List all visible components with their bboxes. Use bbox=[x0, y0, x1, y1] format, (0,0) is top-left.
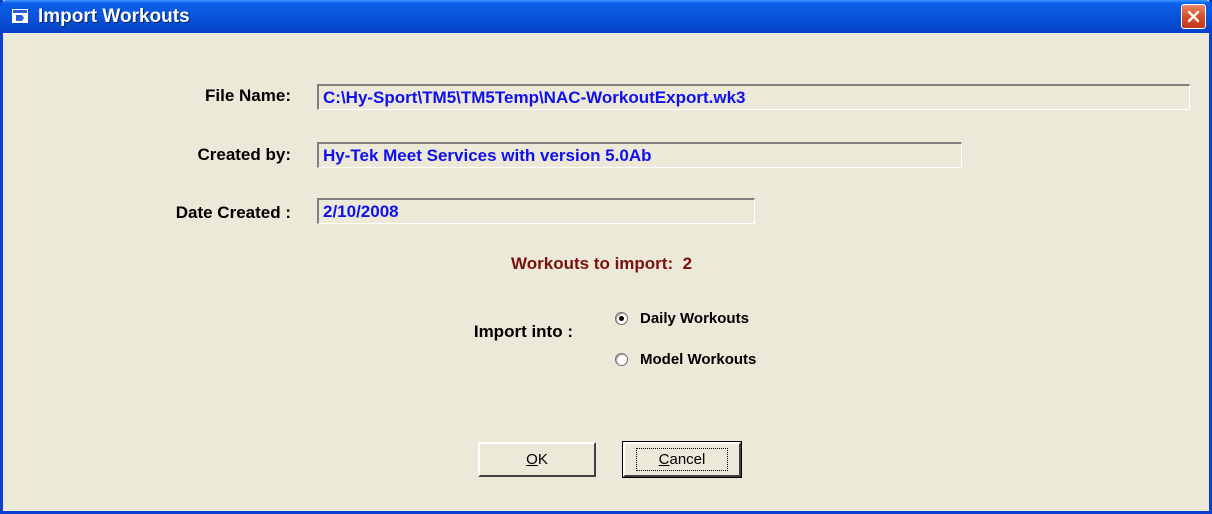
created-by-field: Hy-Tek Meet Services with version 5.0Ab bbox=[317, 142, 962, 168]
created-by-label: Created by: bbox=[197, 145, 291, 164]
date-created-field: 2/10/2008 bbox=[317, 198, 755, 224]
file-name-label: File Name: bbox=[205, 86, 291, 105]
import-into-label: Import into : bbox=[473, 322, 573, 341]
radio-button-daily[interactable] bbox=[615, 312, 628, 325]
date-created-label: Date Created : bbox=[175, 203, 291, 222]
workouts-count-line: Workouts to import: 2 bbox=[511, 254, 692, 274]
workouts-count-label: Workouts to import: bbox=[511, 254, 674, 273]
cancel-button-label: Cancel bbox=[635, 448, 729, 471]
close-button[interactable] bbox=[1181, 4, 1206, 29]
title-bar[interactable]: Import Workouts bbox=[0, 0, 1212, 33]
radio-button-model[interactable] bbox=[615, 353, 628, 366]
workouts-count-value: 2 bbox=[682, 254, 693, 273]
radio-daily-workouts[interactable]: Daily Workouts bbox=[615, 310, 749, 327]
radio-label-daily[interactable]: Daily Workouts bbox=[640, 310, 749, 327]
radio-model-workouts[interactable]: Model Workouts bbox=[615, 351, 756, 368]
close-icon bbox=[1187, 10, 1200, 23]
cancel-button[interactable]: Cancel bbox=[622, 441, 742, 478]
file-name-field: C:\Hy-Sport\TM5\TM5Temp\NAC-WorkoutExpor… bbox=[317, 84, 1190, 110]
import-workouts-dialog: Import Workouts File Name: C:\Hy-Sport\T… bbox=[0, 0, 1212, 514]
ok-button[interactable]: OK bbox=[478, 442, 596, 477]
ok-button-label: OK bbox=[526, 451, 548, 468]
app-icon bbox=[12, 9, 28, 23]
window-title: Import Workouts bbox=[38, 6, 190, 27]
radio-label-model[interactable]: Model Workouts bbox=[640, 351, 756, 368]
